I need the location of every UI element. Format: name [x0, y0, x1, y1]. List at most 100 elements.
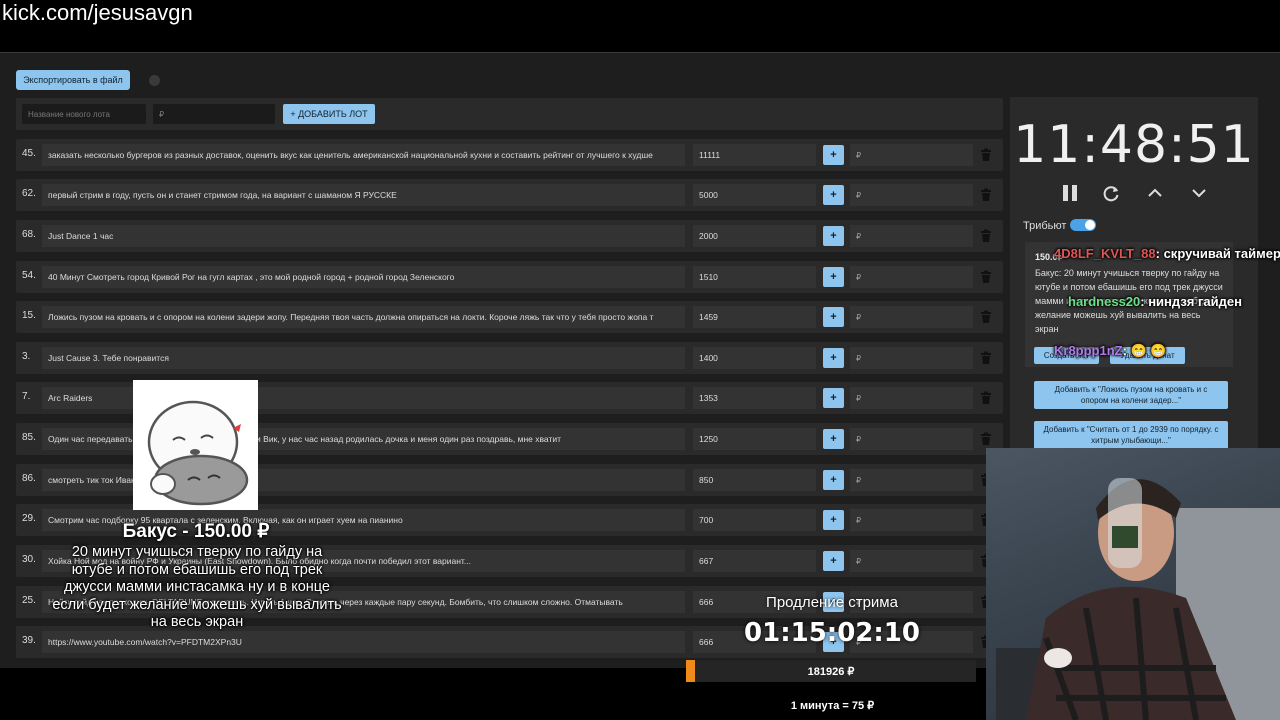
webcam-feed [986, 448, 1280, 720]
lot-title-input[interactable]: https://www.youtube.com/watch?v=PFDTM2XP… [42, 631, 685, 653]
lot-row: 54. 40 Минут Смотреть город Кривой Рог на… [16, 261, 1003, 293]
channel-url: kick.com/jesusavgn [2, 0, 193, 25]
export-button[interactable]: Экспортировать в файл [16, 70, 130, 90]
chat-text: : ниндзя гайден [1140, 294, 1242, 309]
chat-text: : 😁 😁 [1122, 343, 1167, 358]
lot-amount-input[interactable]: 1400 [693, 347, 816, 369]
chat-message: Kr8ppp1nZ: 😁 😁 [1054, 343, 1167, 359]
add-amount-input[interactable]: ₽ [850, 428, 973, 450]
lot-amount-input[interactable]: 2000 [693, 225, 816, 247]
donation-alert-title: Бакус - 150.00 ₽ [122, 521, 270, 542]
new-lot-price-input[interactable]: ₽ [153, 104, 275, 124]
lot-title-input[interactable]: 40 Минут Смотреть город Кривой Рог на гу… [42, 266, 685, 288]
lot-number: 45. [22, 148, 36, 159]
add-lot-button[interactable]: + ДОБАВИТЬ ЛОТ [283, 104, 375, 124]
lot-amount-input[interactable]: 850 [693, 469, 816, 491]
chat-message: 4D8LF_KVLT_88: скручивай таймер [1054, 246, 1280, 261]
lot-title-input[interactable]: первый стрим в году, пусть он и станет с… [42, 184, 685, 206]
lot-amount-input[interactable]: 1510 [693, 266, 816, 288]
lot-row: 3. Just Cause 3. Тебе понравится 1400 + ₽ [16, 342, 1003, 374]
lot-title-input[interactable]: Just Dance 1 час [42, 225, 685, 247]
trash-icon[interactable] [979, 351, 993, 365]
reset-icon[interactable] [1101, 183, 1121, 203]
chevron-up-icon[interactable] [1145, 183, 1165, 203]
lot-amount-input[interactable]: 667 [693, 550, 816, 572]
lot-amount-input[interactable]: 1459 [693, 306, 816, 328]
lot-row: 68. Just Dance 1 час 2000 + ₽ [16, 220, 1003, 252]
lot-number: 68. [22, 229, 36, 240]
lot-number: 3. [22, 351, 31, 362]
lot-row: 15. Ложись пузом на кровать и с опором на… [16, 301, 1003, 333]
extension-label: Продление стрима [766, 594, 898, 611]
add-amount-input[interactable]: ₽ [850, 509, 973, 531]
lot-row: 45. заказать несколько бургеров из разных… [16, 139, 1003, 171]
lot-amount-input[interactable]: 1250 [693, 428, 816, 450]
add-to-lot-button[interactable]: Добавить к "Считать от 1 до 2939 по поря… [1034, 421, 1228, 449]
lot-number: 25. [22, 595, 36, 606]
new-lot-name-input[interactable]: Название нового лота [22, 104, 146, 124]
lot-number: 86. [22, 473, 36, 484]
lot-number: 15. [22, 310, 36, 321]
add-amount-input[interactable]: ₽ [850, 144, 973, 166]
trash-icon[interactable] [979, 391, 993, 405]
lot-title-input[interactable]: Just Cause 3. Тебе понравится [42, 347, 685, 369]
add-amount-button[interactable]: + [823, 267, 844, 287]
lot-number: 7. [22, 391, 31, 402]
add-amount-input[interactable]: ₽ [850, 306, 973, 328]
lot-title-input[interactable]: заказать несколько бургеров из разных до… [42, 144, 685, 166]
add-amount-button[interactable]: + [823, 307, 844, 327]
trash-icon[interactable] [979, 148, 993, 162]
lot-number: 85. [22, 432, 36, 443]
add-amount-button[interactable]: + [823, 226, 844, 246]
add-lot-bar: Название нового лота ₽ + ДОБАВИТЬ ЛОТ [16, 98, 1003, 130]
rate-text: 1 минута = 75 ₽ [790, 700, 875, 712]
total-progress-bar: 181926 ₽ [686, 660, 976, 682]
lot-number: 30. [22, 554, 36, 565]
add-amount-button[interactable]: + [823, 145, 844, 165]
add-amount-input[interactable]: ₽ [850, 184, 973, 206]
trash-icon[interactable] [979, 432, 993, 446]
trash-icon[interactable] [979, 188, 993, 202]
lot-amount-input[interactable]: 1353 [693, 387, 816, 409]
add-amount-button[interactable]: + [823, 388, 844, 408]
trash-icon[interactable] [979, 270, 993, 284]
add-amount-button[interactable]: + [823, 470, 844, 490]
lot-number: 29. [22, 513, 36, 524]
add-amount-input[interactable]: ₽ [850, 469, 973, 491]
lot-number: 62. [22, 188, 36, 199]
lot-amount-input[interactable]: 700 [693, 509, 816, 531]
lot-amount-input[interactable]: 11111 [693, 144, 816, 166]
add-amount-input[interactable]: ₽ [850, 387, 973, 409]
extension-timer: 01:15:02:10 [744, 618, 920, 648]
chat-username: Kr8ppp1nZ [1054, 343, 1123, 358]
add-amount-button[interactable]: + [823, 429, 844, 449]
add-amount-button[interactable]: + [823, 348, 844, 368]
chat-username: 4D8LF_KVLT_88 [1054, 246, 1156, 261]
add-amount-button[interactable]: + [823, 185, 844, 205]
add-amount-input[interactable]: ₽ [850, 225, 973, 247]
trash-icon[interactable] [979, 310, 993, 324]
countdown-timer: 11:48:51 [1013, 115, 1255, 175]
pause-icon[interactable] [1060, 183, 1080, 203]
cat-sticker-image [133, 380, 258, 510]
lot-amount-input[interactable]: 5000 [693, 184, 816, 206]
total-amount: 181926 ₽ [807, 665, 855, 678]
add-amount-button[interactable]: + [823, 551, 844, 571]
lot-row: 62. первый стрим в году, пусть он и стане… [16, 179, 1003, 211]
chat-username: hardness20 [1068, 294, 1141, 309]
lot-title-input[interactable]: Ложись пузом на кровать и с опором на ко… [42, 306, 685, 328]
add-to-lot-button[interactable]: Добавить к "Ложись пузом на кровать и с … [1034, 381, 1228, 409]
add-amount-input[interactable]: ₽ [850, 347, 973, 369]
status-indicator [149, 75, 160, 86]
chat-message: hardness20: ниндзя гайден [1068, 294, 1242, 309]
lot-number: 39. [22, 635, 36, 646]
lot-number: 54. [22, 270, 36, 281]
chat-overlay: 4D8LF_KVLT_88: скручивай таймер hardness… [1020, 216, 1280, 366]
add-amount-button[interactable]: + [823, 510, 844, 530]
trash-icon[interactable] [979, 229, 993, 243]
chevron-down-icon[interactable] [1189, 183, 1209, 203]
chat-text: : скручивай таймер [1155, 246, 1280, 261]
add-amount-input[interactable]: ₽ [850, 550, 973, 572]
stream-frame: { "overlay": { "channel_url": "kick.com/… [0, 0, 1280, 720]
add-amount-input[interactable]: ₽ [850, 266, 973, 288]
